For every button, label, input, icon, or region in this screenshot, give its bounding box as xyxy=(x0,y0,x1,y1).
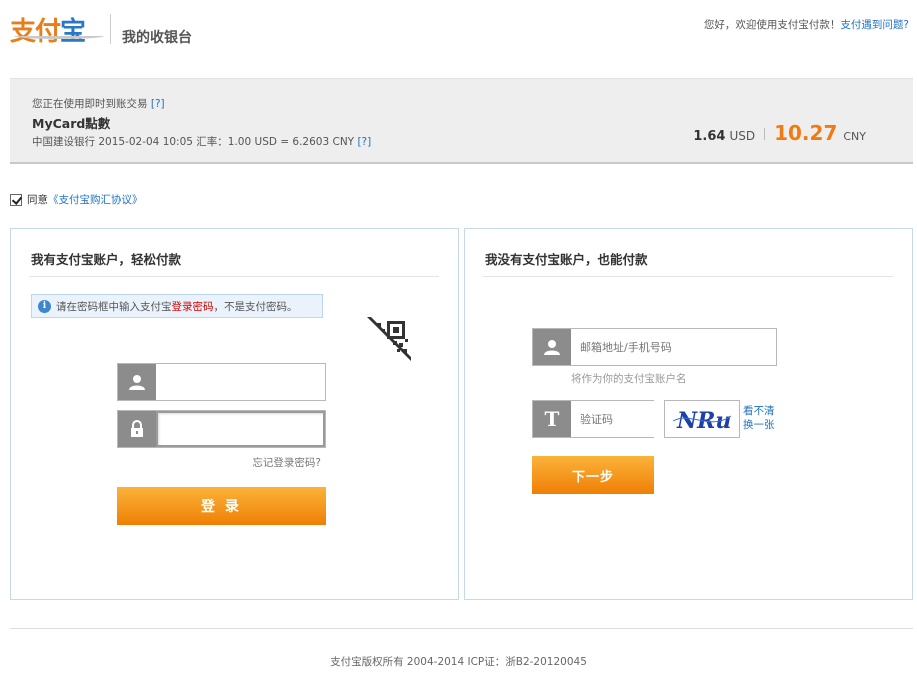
amount-separator xyxy=(764,128,766,140)
account-hint: 将作为你的支付宝账户名 xyxy=(571,373,687,385)
captcha-image[interactable]: NRu xyxy=(664,400,740,438)
welcome-bar: 您好，欢迎使用支付宝付款！支付遇到问题? xyxy=(704,17,909,32)
username-input[interactable] xyxy=(156,364,325,400)
exchange-rate-line: 中国建设银行 2015-02-04 10:05 汇率：1.00 USD = 6.… xyxy=(32,134,371,149)
next-step-button[interactable]: 下一步 xyxy=(532,456,654,494)
header-divider xyxy=(110,14,111,44)
login-button[interactable]: 登 录 xyxy=(117,487,326,525)
agreement-checkbox[interactable] xyxy=(10,193,22,206)
login-panel: 我有支付宝账户，轻松付款 i 请在密码框中输入支付宝 登录密码 ，不是支付密码。 忘… xyxy=(10,228,459,600)
user-icon xyxy=(533,329,571,365)
captcha-field: T xyxy=(532,400,725,438)
guest-panel: 我没有支付宝账户，也能付款 将作为你的支付宝账户名 T NRu 看不清换一张 下… xyxy=(464,228,913,600)
password-tip: i 请在密码框中输入支付宝 登录密码 ，不是支付密码。 xyxy=(31,294,323,318)
usd-amount: 1.64 xyxy=(693,129,726,144)
footer-divider xyxy=(10,628,913,629)
trade-type-help-link[interactable]: [?] xyxy=(151,98,165,110)
account-field xyxy=(532,328,777,366)
help-link[interactable]: 支付遇到问题? xyxy=(840,19,909,31)
login-panel-divider xyxy=(29,276,439,277)
agreement-label: 同意 xyxy=(27,194,48,206)
footer-copyright: 支付宝版权所有 2004-2014 ICP证：浙B2-20120045 xyxy=(330,656,587,668)
account-input[interactable] xyxy=(571,329,776,365)
exchange-rate-help-link[interactable]: [?] xyxy=(357,136,371,148)
trade-type: 您正在使用即时到账交易 xyxy=(32,98,148,110)
order-summary: 您正在使用即时到账交易 [?] MyCard點數 中国建设银行 2015-02-… xyxy=(10,78,913,164)
page-subtitle: 我的收银台 xyxy=(122,30,192,46)
usd-currency: USD xyxy=(729,129,756,143)
logo-mark: 支付宝 xyxy=(10,11,104,48)
cny-currency: CNY xyxy=(843,130,866,143)
logo-text-part-b: 宝 xyxy=(60,16,86,47)
guest-panel-title: 我没有支付宝账户，也能付款 xyxy=(485,252,648,267)
order-amounts: 1.64 USD 10.27 CNY xyxy=(693,121,866,145)
tip-prefix: 请在密码框中输入支付宝 xyxy=(56,300,172,313)
captcha-icon-letter: T xyxy=(544,407,560,431)
product-name: MyCard點數 xyxy=(32,116,111,131)
user-icon xyxy=(118,364,156,400)
forgot-password-link[interactable]: 忘记登录密码? xyxy=(252,455,321,470)
agreement-row: 同意 《支付宝购汇协议》 xyxy=(10,192,143,207)
tip-highlight: 登录密码 xyxy=(171,300,214,313)
trade-type-line: 您正在使用即时到账交易 [?] xyxy=(32,96,165,111)
alipay-logo[interactable]: 支付宝 xyxy=(10,11,104,48)
password-input[interactable] xyxy=(156,411,325,447)
agreement-link[interactable]: 《支付宝购汇协议》 xyxy=(48,192,143,207)
logo-text-part-a: 支付 xyxy=(10,16,61,47)
password-field xyxy=(117,410,326,448)
info-icon: i xyxy=(38,299,51,313)
lock-icon xyxy=(118,411,156,447)
refresh-captcha-link[interactable]: 看不清换一张 xyxy=(743,404,783,432)
captcha-text-icon: T xyxy=(533,401,571,437)
tip-suffix: ，不是支付密码。 xyxy=(213,300,298,313)
cny-amount: 10.27 xyxy=(774,121,838,145)
guest-panel-divider xyxy=(483,276,893,277)
login-panel-title: 我有支付宝账户，轻松付款 xyxy=(31,252,182,267)
welcome-text: 您好，欢迎使用支付宝付款！ xyxy=(703,19,841,31)
logo-swoosh-icon xyxy=(14,33,104,39)
username-field xyxy=(117,363,326,401)
exchange-rate-info: 中国建设银行 2015-02-04 10:05 汇率：1.00 USD = 6.… xyxy=(32,136,355,148)
qr-code-login-icon[interactable] xyxy=(367,317,411,361)
